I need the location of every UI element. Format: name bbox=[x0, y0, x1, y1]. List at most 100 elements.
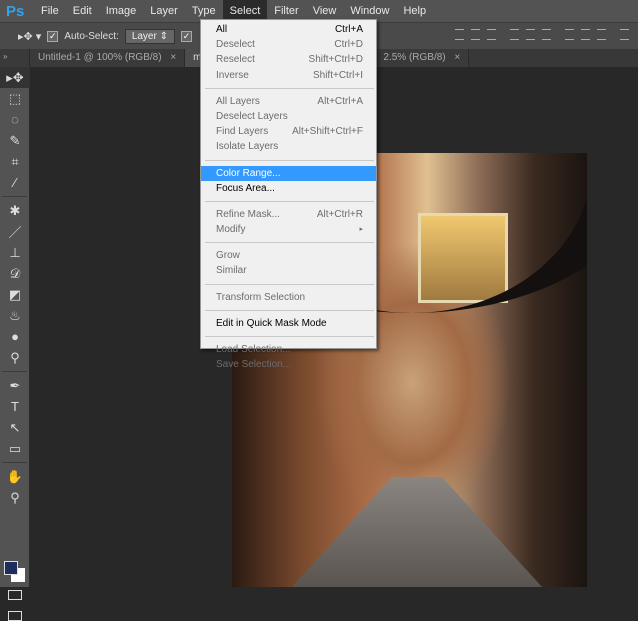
dodge-tool-icon[interactable]: ⚲ bbox=[0, 347, 30, 368]
menu-item-save-selection[interactable]: Save Selection... bbox=[201, 357, 376, 372]
menu-edit[interactable]: Edit bbox=[66, 0, 99, 22]
tab-label: 2.5% (RGB/8) bbox=[383, 52, 446, 63]
menu-item-shortcut: Shift+Ctrl+D bbox=[308, 54, 363, 66]
menu-separator bbox=[205, 283, 374, 285]
auto-select-checkbox[interactable]: ✓ bbox=[47, 30, 59, 42]
menu-item-color-range[interactable]: Color Range... bbox=[201, 165, 376, 181]
move-tool-icon[interactable]: ▸✥ bbox=[0, 67, 30, 88]
menu-item-label: Inverse bbox=[216, 69, 249, 81]
menu-item-label: Similar bbox=[216, 265, 247, 277]
distribute-icon bbox=[581, 29, 590, 40]
menu-item-modify[interactable]: Modify ▸ bbox=[201, 222, 376, 237]
menu-item-label: Grow bbox=[216, 250, 240, 262]
tool-separator bbox=[2, 196, 27, 197]
lasso-tool-icon[interactable]: ◌ bbox=[0, 109, 30, 130]
menu-item-shortcut: Alt+Ctrl+A bbox=[317, 95, 363, 107]
menu-separator bbox=[205, 87, 374, 89]
menu-item-label: Edit in Quick Mask Mode bbox=[216, 317, 327, 329]
show-transform-checkbox[interactable]: ✓ bbox=[181, 30, 192, 42]
menu-item-edit-in-quick-mask-mode[interactable]: Edit in Quick Mask Mode bbox=[201, 316, 376, 331]
photoshop-logo: Ps bbox=[6, 2, 25, 20]
rectangle-tool-icon[interactable]: ▭ bbox=[0, 438, 30, 459]
type-tool-icon[interactable]: T bbox=[0, 396, 30, 417]
menu-separator bbox=[205, 336, 374, 337]
align-icons bbox=[448, 29, 629, 43]
menu-item-shortcut: Ctrl+D bbox=[334, 39, 363, 51]
menu-image[interactable]: Image bbox=[99, 0, 144, 22]
eraser-tool-icon[interactable]: ◩ bbox=[0, 284, 30, 305]
menu-item-label: Focus Area... bbox=[216, 182, 275, 194]
align-icon bbox=[455, 29, 464, 40]
menu-item-inverse[interactable]: Inverse Shift+Ctrl+I bbox=[201, 68, 376, 83]
align-icon bbox=[487, 29, 496, 40]
distribute-icon bbox=[542, 29, 551, 40]
crop-tool-icon[interactable]: ⌗ bbox=[0, 151, 30, 172]
blur-tool-icon[interactable]: ● bbox=[0, 326, 30, 347]
tab-label: Untitled-1 @ 100% (RGB/8) bbox=[38, 52, 162, 63]
distribute-icon bbox=[510, 29, 519, 40]
close-tab-icon[interactable]: × bbox=[454, 52, 460, 63]
menu-item-label: All Layers bbox=[216, 95, 260, 107]
move-tool-preset-icon[interactable]: ▸✥ ▾ bbox=[18, 30, 41, 43]
tool-separator bbox=[2, 462, 27, 463]
menu-item-focus-area[interactable]: Focus Area... bbox=[201, 181, 376, 196]
menu-item-label: Find Layers bbox=[216, 126, 269, 138]
marquee-tool-icon[interactable]: ⬚ bbox=[0, 88, 30, 109]
menu-item-deselect-layers[interactable]: Deselect Layers bbox=[201, 109, 376, 124]
menu-item-all[interactable]: All Ctrl+A bbox=[201, 22, 376, 37]
document-tab[interactable]: 2.5% (RGB/8) × bbox=[375, 49, 470, 67]
menu-item-similar[interactable]: Similar bbox=[201, 263, 376, 278]
healing-tool-icon[interactable]: ✱ bbox=[0, 200, 30, 221]
auto-select-label: Auto-Select: bbox=[64, 30, 119, 42]
tools-panel: » ▸✥ ⬚ ◌ ✎ ⌗ ⁄ ✱ ／ ⊥ 𝒟 ◩ ♨ ● ⚲ ✒ T ↖ ▭ ✋ ⚲ bbox=[0, 49, 30, 621]
document-tab[interactable]: Untitled-1 @ 100% (RGB/8) × bbox=[30, 49, 186, 67]
menu-item-find-layers[interactable]: Find Layers Alt+Shift+Ctrl+F bbox=[201, 124, 376, 139]
auto-align-icon bbox=[620, 29, 629, 40]
submenu-arrow-icon: ▸ bbox=[359, 226, 363, 234]
menu-item-label: Refine Mask... bbox=[216, 208, 280, 220]
menu-item-label: Save Selection... bbox=[216, 359, 292, 371]
pen-tool-icon[interactable]: ✒ bbox=[0, 375, 30, 396]
menu-item-label: Reselect bbox=[216, 54, 255, 66]
paint-bucket-tool-icon[interactable]: ♨ bbox=[0, 305, 30, 326]
menu-item-shortcut: Alt+Ctrl+R bbox=[316, 208, 363, 220]
quick-mask-icon[interactable] bbox=[8, 590, 22, 600]
panel-collapse-icon[interactable]: » bbox=[0, 49, 29, 67]
photo-street bbox=[292, 477, 542, 587]
menu-item-label: Modify bbox=[216, 224, 246, 236]
menu-item-all-layers[interactable]: All Layers Alt+Ctrl+A bbox=[201, 94, 376, 109]
history-brush-tool-icon[interactable]: 𝒟 bbox=[0, 263, 30, 284]
close-tab-icon[interactable]: × bbox=[170, 52, 176, 63]
menu-item-label: Deselect Layers bbox=[216, 110, 288, 122]
stamp-tool-icon[interactable]: ⊥ bbox=[0, 242, 30, 263]
menu-item-reselect[interactable]: Reselect Shift+Ctrl+D bbox=[201, 52, 376, 67]
align-icon bbox=[471, 29, 480, 40]
menu-item-label: Deselect bbox=[216, 39, 255, 51]
select-menu-dropdown: All Ctrl+A Deselect Ctrl+D Reselect Shift+Ctr… bbox=[200, 19, 377, 370]
menu-item-transform-selection[interactable]: Transform Selection bbox=[201, 290, 376, 305]
zoom-tool-icon[interactable]: ⚲ bbox=[0, 487, 30, 508]
eyedropper-tool-icon[interactable]: ⁄ bbox=[0, 172, 30, 193]
brush-tool-icon[interactable]: ／ bbox=[0, 221, 30, 242]
menu-item-shortcut: Ctrl+A bbox=[334, 24, 363, 35]
menu-item-deselect[interactable]: Deselect Ctrl+D bbox=[201, 37, 376, 52]
menu-file[interactable]: File bbox=[34, 0, 66, 22]
menu-item-label: Isolate Layers bbox=[216, 141, 279, 153]
distribute-icon bbox=[565, 29, 574, 40]
menu-separator bbox=[205, 309, 374, 311]
menu-help[interactable]: Help bbox=[396, 0, 433, 22]
screen-mode-icon[interactable] bbox=[8, 611, 22, 621]
foreground-color-swatch[interactable] bbox=[4, 561, 18, 575]
menu-layer[interactable]: Layer bbox=[143, 0, 185, 22]
menu-item-refine-mask[interactable]: Refine Mask... Alt+Ctrl+R bbox=[201, 207, 376, 222]
path-select-tool-icon[interactable]: ↖ bbox=[0, 417, 30, 438]
menu-item-label: Load Selection... bbox=[216, 344, 291, 355]
menu-separator bbox=[205, 200, 374, 202]
hand-tool-icon[interactable]: ✋ bbox=[0, 466, 30, 487]
menu-item-load-selection[interactable]: Load Selection... bbox=[201, 342, 376, 357]
menu-item-isolate-layers[interactable]: Isolate Layers bbox=[201, 139, 376, 154]
auto-select-target-select[interactable]: Layer ⇕ bbox=[124, 28, 175, 44]
menu-item-shortcut: Alt+Shift+Ctrl+F bbox=[292, 126, 363, 138]
menu-item-grow[interactable]: Grow bbox=[201, 248, 376, 263]
quick-select-tool-icon[interactable]: ✎ bbox=[0, 130, 30, 151]
